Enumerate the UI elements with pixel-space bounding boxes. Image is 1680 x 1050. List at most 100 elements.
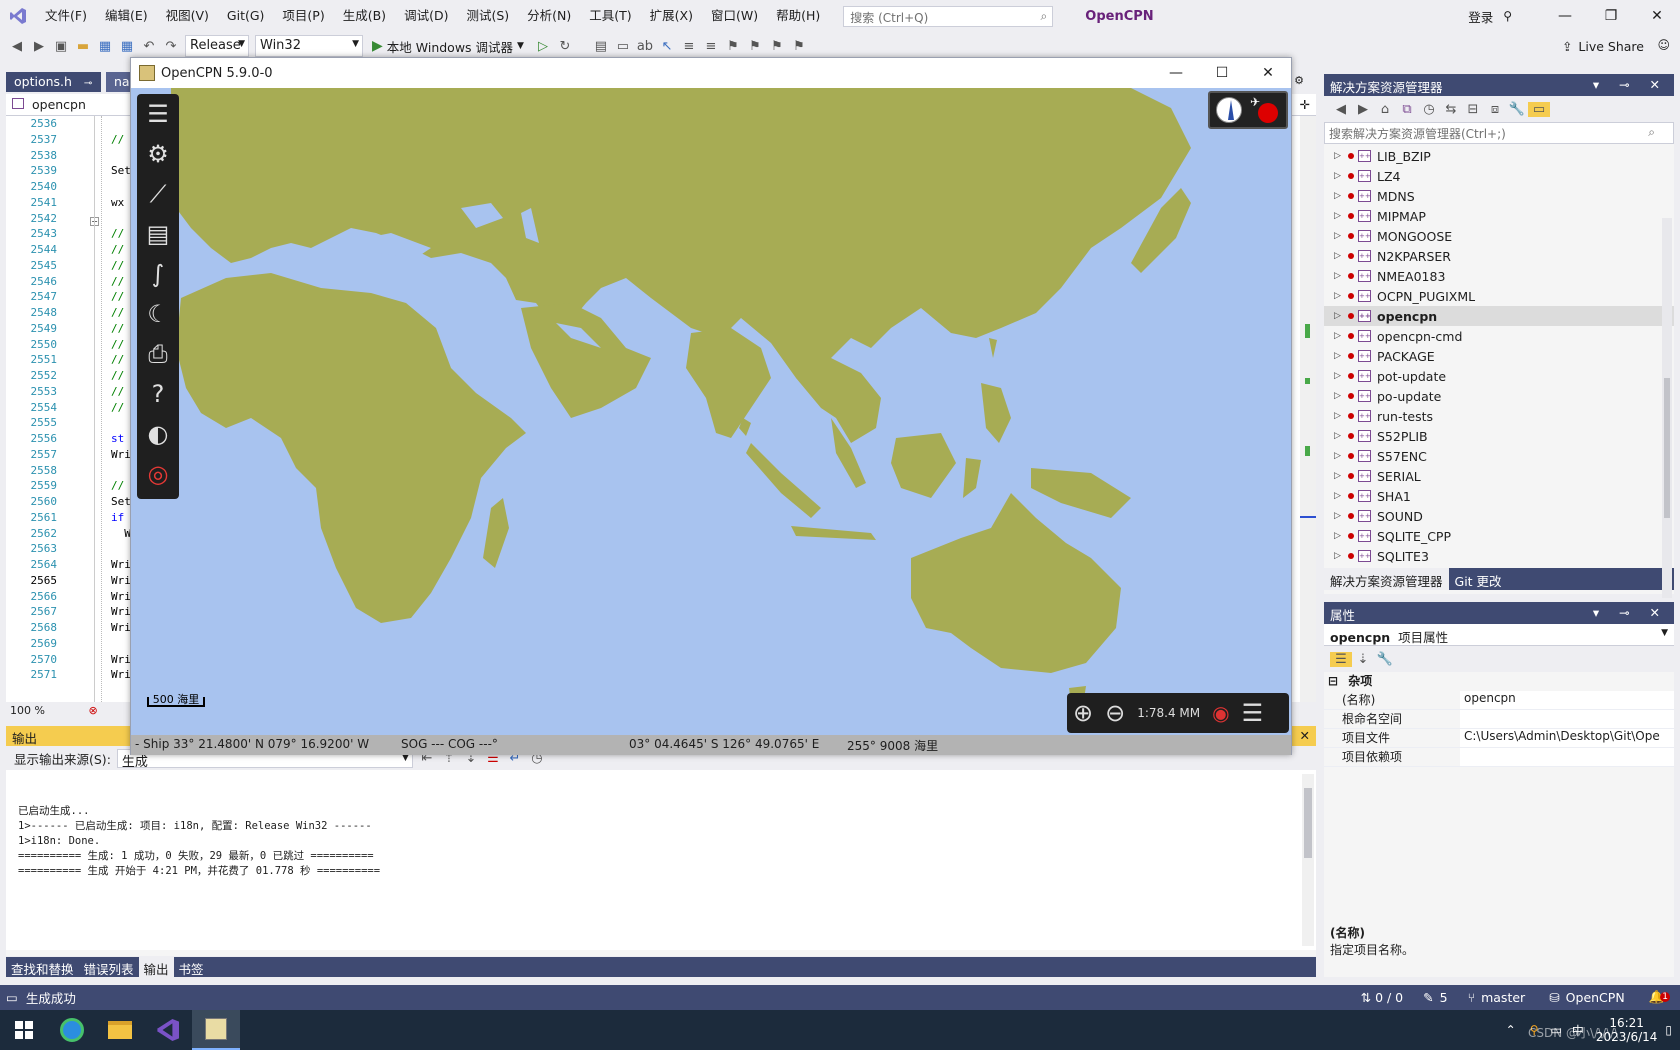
expand-icon[interactable]: ▷	[1334, 311, 1348, 321]
hamburger-menu-icon[interactable]: ☰	[137, 94, 179, 134]
edit-count[interactable]: 5	[1440, 990, 1448, 1005]
pane-buttons[interactable]: ▾ ⊸ ✕	[1593, 605, 1668, 620]
edge-icon[interactable]	[48, 1010, 96, 1050]
account-icon[interactable]: ⚲	[1503, 9, 1512, 23]
chart-canvas[interactable]: ☰ ⚙ ⟋ ▤ ∫ ☾ ⎙ ? ◐ ◎ ✈ 500 海里 ⊕ ⊖ 1:78.4 …	[131, 88, 1291, 735]
tree-item-run-tests[interactable]: ▷ ++ run-tests	[1324, 406, 1674, 426]
hot-reload-icon[interactable]: ↻	[554, 39, 576, 54]
output-text[interactable]: 已启动生成... 1>------ 已启动生成: 项目: i18n, 配置: Re…	[6, 770, 1316, 950]
menu-test[interactable]: 测试(S)	[457, 0, 518, 32]
pane-buttons[interactable]: ▾ ⊸ ✕	[1593, 77, 1668, 92]
collapse-icon[interactable]: ⊟	[1328, 674, 1338, 688]
search-input[interactable]: 搜索 (Ctrl+Q) ⌕	[843, 5, 1054, 27]
expand-icon[interactable]: ▷	[1334, 451, 1348, 461]
tree-item-sqlite3[interactable]: ▷ ++ SQLITE3	[1324, 546, 1674, 566]
property-row[interactable]: 项目文件 C:\Users\Admin\Desktop\Git\Ope	[1324, 729, 1674, 748]
forward-icon[interactable]: ▶	[1352, 102, 1374, 117]
uncomment-icon[interactable]: ≡	[700, 39, 722, 54]
expand-icon[interactable]: ▷	[1334, 351, 1348, 361]
bookmark-next-icon[interactable]: ⚑	[766, 39, 788, 54]
alphabetical-icon[interactable]: ⇣	[1352, 652, 1374, 667]
tab-options-h[interactable]: options.h ⊸	[6, 72, 101, 92]
menu-tools[interactable]: 工具(T)	[580, 0, 640, 32]
menu-project[interactable]: 项目(P)	[273, 0, 333, 32]
lifebuoy-icon[interactable]: ◎	[137, 454, 179, 494]
visual-studio-icon[interactable]	[144, 1010, 192, 1050]
signin-link[interactable]: 登录	[1468, 7, 1493, 26]
spellcheck-icon[interactable]: ab	[634, 39, 656, 54]
tree-item-package[interactable]: ▷ ++ PACKAGE	[1324, 346, 1674, 366]
menu-icon[interactable]: ☰	[1242, 699, 1264, 727]
tree-item-s57enc[interactable]: ▷ ++ S57ENC	[1324, 446, 1674, 466]
opencpn-icon[interactable]	[192, 1010, 240, 1050]
notification-center-icon[interactable]: ▯	[1665, 1023, 1672, 1037]
tree-scrollbar[interactable]	[1662, 218, 1672, 598]
sync-icon[interactable]: ⇆	[1440, 102, 1462, 117]
tree-item-lz4[interactable]: ▷ ++ LZ4	[1324, 166, 1674, 186]
tides-currents-icon[interactable]: ☾	[137, 294, 179, 334]
live-share-button[interactable]: ⇪ Live Share	[1562, 32, 1644, 60]
expand-icon[interactable]: ▷	[1334, 271, 1348, 281]
nav-project[interactable]: opencpn	[32, 97, 86, 112]
forward-icon[interactable]: ▶	[28, 39, 50, 54]
tree-item-opencpn[interactable]: ▷ ++ opencpn	[1324, 306, 1674, 326]
route-manager-icon[interactable]: ▤	[137, 214, 179, 254]
menu-extensions[interactable]: 扩展(X)	[641, 0, 702, 32]
solution-search-input[interactable]: 搜索解决方案资源管理器(Ctrl+;) ⌕	[1324, 122, 1674, 144]
collapse-all-icon[interactable]: ⊟	[1462, 102, 1484, 117]
print-icon[interactable]: ⎙	[137, 334, 179, 374]
tree-item-lib_bzip[interactable]: ▷ ++ LIB_BZIP	[1324, 146, 1674, 166]
show-all-files-icon[interactable]: ⧈	[1484, 102, 1506, 117]
menu-edit[interactable]: 编辑(E)	[96, 0, 157, 32]
route-icon[interactable]: ⟋	[137, 174, 179, 214]
tree-item-s52plib[interactable]: ▷ ++ S52PLIB	[1324, 426, 1674, 446]
tab-bookmarks[interactable]: 书签	[174, 957, 209, 977]
preview-icon[interactable]: ▭	[1528, 101, 1550, 117]
expand-icon[interactable]: ▷	[1334, 251, 1348, 261]
menu-build[interactable]: 生成(B)	[334, 0, 395, 32]
layout-icon[interactable]: ▭	[612, 39, 634, 54]
editor-scrollbar[interactable]	[1300, 116, 1316, 702]
expand-icon[interactable]: ▷	[1334, 171, 1348, 181]
tab-solution-explorer[interactable]: 解决方案资源管理器	[1324, 568, 1449, 590]
follow-ship-icon[interactable]: ◉	[1212, 701, 1229, 725]
expand-icon[interactable]: ▷	[1334, 531, 1348, 541]
visual-studio-icon[interactable]	[0, 0, 36, 32]
property-row[interactable]: 根命名空间	[1324, 710, 1674, 729]
close-icon[interactable]: ✕	[1300, 728, 1310, 743]
close-button[interactable]: ✕	[1245, 58, 1291, 88]
expand-icon[interactable]: ▷	[1334, 211, 1348, 221]
property-row[interactable]: (名称) opencpn	[1324, 691, 1674, 710]
bookmark-prev-icon[interactable]: ⚑	[744, 39, 766, 54]
help-icon[interactable]: ?	[137, 374, 179, 414]
line-changes[interactable]: 0 / 0	[1375, 990, 1403, 1005]
scrollbar-thumb[interactable]	[1664, 378, 1670, 518]
cursor-icon[interactable]: ↖	[656, 39, 678, 54]
repo-name[interactable]: OpenCPN	[1566, 990, 1625, 1005]
back-icon[interactable]: ◀	[1330, 102, 1352, 117]
properties-icon[interactable]: 🔧	[1506, 102, 1528, 117]
menu-window[interactable]: 窗口(W)	[702, 0, 767, 32]
tab-error-list[interactable]: 错误列表	[79, 957, 139, 977]
undo-icon[interactable]: ↶	[138, 39, 160, 54]
split-icon[interactable]: ✛	[1300, 97, 1310, 112]
tree-item-serial[interactable]: ▷ ++ SERIAL	[1324, 466, 1674, 486]
tree-item-n2kparser[interactable]: ▷ ++ N2KPARSER	[1324, 246, 1674, 266]
back-icon[interactable]: ◀	[6, 39, 28, 54]
scrollbar-thumb[interactable]	[1304, 788, 1312, 858]
maximize-button[interactable]: ☐	[1199, 58, 1245, 88]
save-icon[interactable]: ▦	[94, 39, 116, 54]
save-all-icon[interactable]: ▦	[116, 39, 138, 54]
expand-icon[interactable]: ▷	[1334, 391, 1348, 401]
bookmark-clear-icon[interactable]: ⚑	[788, 39, 810, 54]
categorized-icon[interactable]: ☰	[1330, 651, 1352, 667]
tab-second[interactable]: na	[106, 72, 130, 92]
tree-item-pot-update[interactable]: ▷ ++ pot-update	[1324, 366, 1674, 386]
menu-view[interactable]: 视图(V)	[157, 0, 218, 32]
tree-item-mipmap[interactable]: ▷ ++ MIPMAP	[1324, 206, 1674, 226]
menu-git[interactable]: Git(G)	[218, 0, 274, 32]
editor-zoom[interactable]: 100 % ⊗	[6, 702, 130, 720]
property-row[interactable]: 项目依赖项	[1324, 748, 1674, 767]
tree-item-ocpn_pugixml[interactable]: ▷ ++ OCPN_PUGIXML	[1324, 286, 1674, 306]
new-project-icon[interactable]: ▣	[50, 39, 72, 54]
